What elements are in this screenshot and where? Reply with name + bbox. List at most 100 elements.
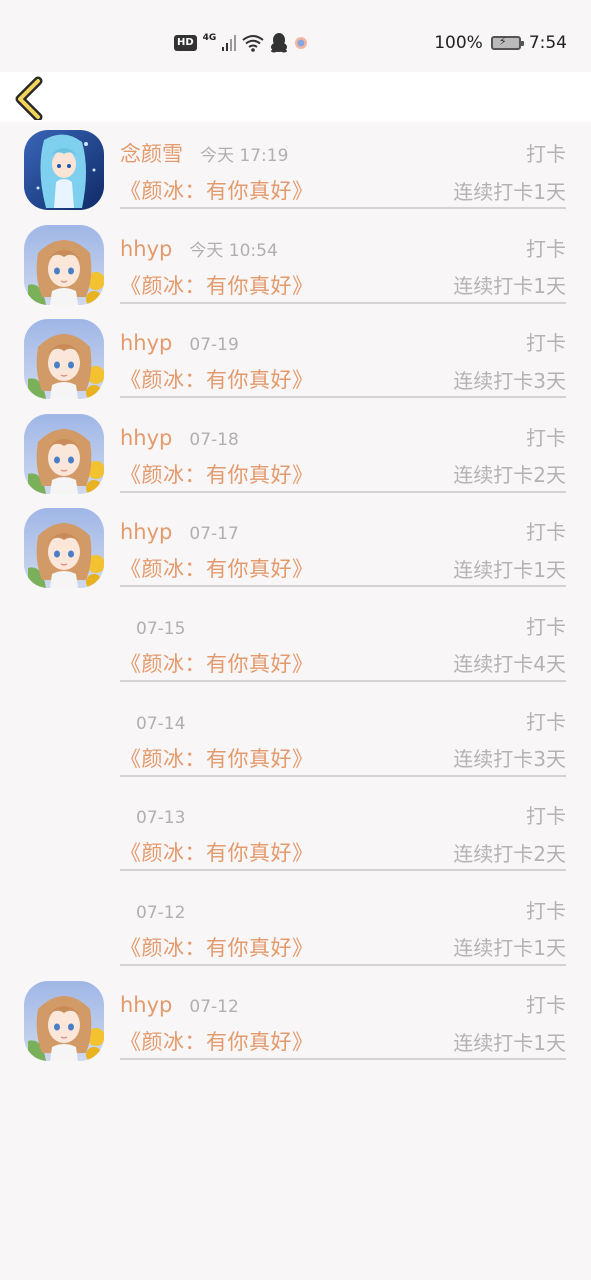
checkin-item[interactable]: 07-12 打卡《颜冰：有你真好》 连续打卡1天 [0,885,591,980]
book-title[interactable]: 《颜冰：有你真好》 [120,932,314,962]
clock: 7:54 [528,33,567,53]
entry-detail: 《颜冰：有你真好》 连续打卡1天 [120,174,566,206]
book-title[interactable]: 《颜冰：有你真好》 [120,1026,314,1056]
divider [120,774,566,777]
entry-detail: 《颜冰：有你真好》 连续打卡1天 [120,931,566,963]
username[interactable]: hhyp [120,520,172,544]
checkin-item[interactable]: 07-14 打卡 《颜冰：有你真好》 连续打卡3天 [0,696,591,791]
streak-count: 连续打卡2天 [453,841,566,866]
divider [120,585,566,588]
divider [120,490,566,493]
entry-detail: 《颜冰：有你真好》 连续打卡1天 [120,1025,566,1057]
status-icons: HD 4G [174,32,308,54]
avatar[interactable] [24,981,104,1062]
checkin-action: 打卡 [526,898,566,923]
streak-count: 连续打卡3天 [453,368,566,393]
streak-count: 连续打卡1天 [453,179,566,204]
divider [120,679,566,682]
entry-header: 07-15 打卡 [136,611,566,639]
qq-icon [271,33,288,53]
entry-header: 念颜雪 今天 17:19 打卡 [120,138,566,166]
avatar[interactable] [24,130,104,210]
checkin-time: 今天 17:19 [200,146,289,166]
status-bar: HD 4G 100% ⚡ 7:54 [0,0,591,72]
checkin-time: 07-13 [136,808,186,829]
checkin-time: 07-17 [189,524,239,545]
divider [120,301,566,304]
checkin-action: 打卡 [526,425,566,450]
battery-percent: 100% [434,33,483,53]
app-icon [295,37,308,49]
entry-detail: 《颜冰：有你真好》 连续打卡2天 [120,836,566,868]
checkin-time: 07-19 [189,335,239,356]
checkin-action: 打卡 [526,520,566,545]
entry-header: hhyp 07-12 打卡 [120,989,566,1017]
checkin-time: 今天 10:54 [189,240,278,261]
signal-icon [222,35,237,51]
checkin-item[interactable]: 07-13 打卡《颜冰：有你真好》 连续打卡2天 [0,790,591,885]
divider [120,207,566,209]
checkin-action: 打卡 [526,331,566,356]
avatar[interactable] [24,508,104,589]
entry-header: hhyp 今天 10:54 打卡 [120,233,566,261]
checkin-item[interactable]: hhyp 今天 10:54 打卡 《颜冰：有你真好》 连续打卡1天 [0,223,591,318]
entry-header: hhyp 07-17 打卡 [120,516,566,544]
book-title[interactable]: 《颜冰：有你真好》 [120,459,314,489]
checkin-item[interactable]: hhyp 07-17 打卡《颜冰：有你真好》 连续打卡1天 [0,506,591,601]
book-title[interactable]: 《颜冰：有你真好》 [120,270,314,300]
checkin-action: 打卡 [526,804,566,829]
nav-bar [0,72,591,122]
book-title[interactable]: 《颜冰：有你真好》 [120,648,314,678]
back-button[interactable] [10,76,54,122]
hd-badge: HD [174,35,197,51]
streak-count: 连续打卡1天 [453,1030,566,1055]
checkin-time: 07-12 [136,902,186,923]
divider [120,1058,566,1061]
streak-count: 连续打卡1天 [453,936,566,961]
book-title[interactable]: 《颜冰：有你真好》 [120,553,314,583]
checkin-time: 07-14 [136,713,186,734]
network-type: 4G [202,33,217,43]
checkin-list: 念颜雪 今天 17:19 打卡 《颜冰：有你真好》 连续打卡1天 hhyp 今天 10:54… [0,128,591,1074]
checkin-item[interactable]: hhyp 07-12 打卡《颜冰：有你真好》 连续打卡1天 [0,979,591,1074]
checkin-item[interactable]: 07-15 打卡《颜冰：有你真好》 连续打卡4天 [0,601,591,696]
avatar[interactable] [24,413,104,494]
username[interactable]: hhyp [120,237,172,261]
username[interactable]: 念颜雪 [120,138,183,168]
username[interactable]: hhyp [120,426,172,450]
username[interactable]: hhyp [120,331,172,355]
checkin-action: 打卡 [526,614,566,639]
avatar[interactable] [24,319,104,400]
entry-detail: 《颜冰：有你真好》 连续打卡3天 [120,742,566,774]
book-title[interactable]: 《颜冰：有你真好》 [120,364,314,394]
entry-detail: 《颜冰：有你真好》 连续打卡4天 [120,647,566,679]
entry-header: 07-13 打卡 [136,800,566,828]
checkin-item[interactable]: 念颜雪 今天 17:19 打卡《颜冰：有你真好》 连续打卡1天 [0,128,591,223]
checkin-time: 07-18 [189,429,239,450]
divider [120,963,566,966]
wifi-icon [242,35,264,52]
checkin-time: 07-15 [136,618,186,639]
entry-detail: 《颜冰：有你真好》 连续打卡1天 [120,552,566,584]
streak-count: 连续打卡3天 [453,747,566,772]
avatar[interactable] [24,224,104,305]
divider [120,396,566,399]
divider [120,869,566,872]
checkin-item[interactable]: hhyp 07-18 打卡《颜冰：有你真好》 连续打卡2天 [0,412,591,507]
book-title[interactable]: 《颜冰：有你真好》 [120,743,314,773]
entry-detail: 《颜冰：有你真好》 连续打卡1天 [120,269,566,301]
entry-detail: 《颜冰：有你真好》 连续打卡2天 [120,458,566,490]
chevron-left-icon [15,76,43,122]
streak-count: 连续打卡4天 [453,652,566,677]
username[interactable]: hhyp [120,993,172,1017]
entry-header: hhyp 07-18 打卡 [120,422,566,450]
entry-header: hhyp 07-19 打卡 [120,327,566,355]
book-title[interactable]: 《颜冰：有你真好》 [120,837,314,867]
checkin-action: 打卡 [526,993,566,1018]
checkin-time: 07-12 [189,997,239,1018]
book-title[interactable]: 《颜冰：有你真好》 [120,175,314,205]
checkin-action: 打卡 [526,142,566,166]
streak-count: 连续打卡1天 [453,274,566,299]
entry-header: 07-12 打卡 [136,895,566,923]
checkin-item[interactable]: hhyp 07-19 打卡《颜冰：有你真好》 连续打卡3天 [0,317,591,412]
